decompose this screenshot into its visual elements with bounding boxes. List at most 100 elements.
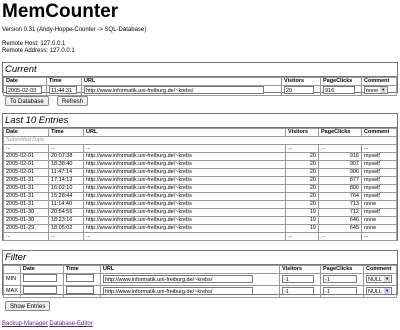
- max-visitors-input[interactable]: -1: [282, 287, 314, 295]
- row-comment: myself: [361, 168, 397, 177]
- col-date: Date: [19, 265, 64, 274]
- col-pageclicks: PageClicks: [318, 128, 362, 137]
- min-label: MIN: [3, 273, 21, 286]
- current-comment-select[interactable]: none ▼: [364, 86, 389, 94]
- backup-manager-link[interactable]: Backup-Manager: [2, 321, 48, 327]
- min-visitors-input[interactable]: -1: [282, 275, 314, 283]
- col-url: URL: [99, 265, 281, 274]
- table-row: 2005-01-29 18:05:02 http://www.informatik.…: [3, 224, 397, 233]
- col-time: Time: [48, 128, 84, 137]
- max-pageclicks-input[interactable]: -1: [323, 287, 357, 295]
- ellipsis-cell: ...: [3, 144, 49, 153]
- current-visitors-input[interactable]: 20: [284, 86, 314, 94]
- col-pageclicks: PageClicks: [320, 77, 362, 86]
- ellipsis-cell: ...: [83, 144, 286, 153]
- remote-address-text: Remote Address: 127.0.0.1: [2, 48, 75, 54]
- show-entries-button[interactable]: Show Entries: [5, 301, 51, 311]
- row-pageclicks: 646: [318, 216, 362, 225]
- current-date-input[interactable]: 2005-02-03: [6, 86, 42, 94]
- row-visitors: 19: [285, 224, 319, 233]
- chevron-down-icon: ▼: [380, 87, 387, 93]
- ellipsis-cell: ...: [48, 232, 84, 241]
- col-time: Time: [46, 77, 82, 86]
- filter-title: Filter: [3, 251, 397, 265]
- row-time: 20:54:56: [48, 208, 84, 217]
- ellipsis-cell: ...: [285, 144, 319, 153]
- last-entries-panel: Last 10 Entries Date Time URL Visitors P…: [2, 113, 398, 241]
- row-date: 2005-01-30: [3, 216, 49, 225]
- min-comment-select[interactable]: NULL ▼: [366, 275, 393, 283]
- col-time: Time: [62, 265, 101, 274]
- col-url: URL: [83, 128, 286, 137]
- row-time: 18:23:16: [48, 216, 84, 225]
- filter-max-row: MAX http://www.informatik.uni-freiburg.d…: [3, 285, 397, 298]
- row-url: http://www.informatik.uni-freiburg.de/~k…: [83, 176, 286, 185]
- row-time: 16:02:10: [48, 184, 84, 193]
- page-title: MemCounter: [2, 1, 119, 22]
- row-pageclicks: 712: [318, 208, 362, 217]
- col-comment: Comment: [361, 77, 397, 86]
- row-time: 15:28:44: [48, 192, 84, 201]
- row-visitors: 19: [285, 216, 319, 225]
- row-comment: myself: [361, 160, 397, 169]
- row-visitors: 20: [285, 200, 319, 209]
- table-row: 2005-02-01 18:38:40 http://www.informatik.…: [3, 160, 397, 169]
- row-comment: myself: [361, 176, 397, 185]
- col-date: Date: [3, 128, 49, 137]
- current-table: Date Time URL Visitors PageClicks Commen…: [3, 77, 397, 96]
- row-url: http://www.informatik.uni-freiburg.de/~k…: [83, 200, 286, 209]
- table-row: 2005-02-01 11:47:14 http://www.informatik.…: [3, 168, 397, 177]
- row-date: 2005-02-01: [3, 168, 49, 177]
- row-url: http://www.informatik.uni-freiburg.de/~k…: [83, 152, 286, 161]
- row-time: 18:05:02: [48, 224, 84, 233]
- filter-table: Date Time URL Visitors PageClicks Commen…: [3, 265, 397, 298]
- min-pageclicks-input[interactable]: -1: [323, 275, 357, 283]
- max-date-input[interactable]: [22, 286, 57, 294]
- ellipsis-cell: ...: [285, 232, 319, 241]
- table-row: 2005-01-31 11:14:40 http://www.informatik.…: [3, 200, 397, 209]
- refresh-button[interactable]: Refresh: [57, 96, 89, 106]
- row-time: 11:14:40: [48, 200, 84, 209]
- row-comment: myself: [361, 192, 397, 201]
- row-time: 20:07:38: [48, 152, 84, 161]
- row-pageclicks: 764: [318, 192, 362, 201]
- min-date-input[interactable]: [22, 274, 57, 282]
- col-comment: Comment: [363, 265, 397, 274]
- chevron-down-icon: ▼: [384, 276, 391, 282]
- row-url: http://www.informatik.uni-freiburg.de/~k…: [83, 192, 286, 201]
- row-visitors: 19: [285, 208, 319, 217]
- current-url-input[interactable]: http://www.informatik.uni-freiburg.de/~k…: [84, 86, 264, 94]
- row-url: http://www.informatik.uni-freiburg.de/~k…: [83, 160, 286, 169]
- max-comment-value: NULL: [368, 289, 383, 295]
- database-editor-link[interactable]: Database-Editor: [49, 321, 92, 327]
- current-time-input[interactable]: 11:44:31: [49, 86, 77, 94]
- row-time: 18:38:40: [48, 160, 84, 169]
- row-date: 2005-02-01: [3, 152, 49, 161]
- max-comment-select[interactable]: NULL ▼: [366, 287, 393, 295]
- row-comment: none: [361, 200, 397, 209]
- col-date: Date: [3, 77, 47, 86]
- ellipsis-cell: ...: [318, 232, 362, 241]
- row-visitors: 20: [285, 184, 319, 193]
- filter-min-row: MIN http://www.informatik.uni-freiburg.d…: [3, 273, 397, 286]
- table-row: 2005-01-31 17:14:13 http://www.informatik.…: [3, 176, 397, 185]
- ellipsis-cell: ...: [318, 144, 362, 153]
- col-url: URL: [81, 77, 282, 86]
- min-url-input[interactable]: http://www.informatik.uni-freiburg.de/~k…: [102, 275, 253, 283]
- ellipsis-cell: ...: [3, 232, 49, 241]
- row-date: 2005-02-01: [3, 160, 49, 169]
- row-comment: myself: [361, 152, 397, 161]
- last-entries-table: Date Time URL Visitors PageClicks Commen…: [3, 128, 397, 241]
- row-visitors: 20: [285, 176, 319, 185]
- min-time-input[interactable]: [65, 274, 94, 282]
- max-time-input[interactable]: [65, 286, 94, 294]
- row-pageclicks: 877: [318, 176, 362, 185]
- row-time: 17:14:13: [48, 176, 84, 185]
- submitted-data-label: Submitted Data: [3, 136, 397, 145]
- current-pageclicks-input[interactable]: 916: [323, 86, 355, 94]
- to-database-button[interactable]: To Database: [5, 96, 49, 106]
- row-url: http://www.informatik.uni-freiburg.de/~k…: [83, 208, 286, 217]
- max-url-input[interactable]: http://www.informatik.uni-freiburg.de/~k…: [102, 287, 253, 295]
- row-pageclicks: 800: [318, 184, 362, 193]
- col-pageclicks: PageClicks: [320, 265, 364, 274]
